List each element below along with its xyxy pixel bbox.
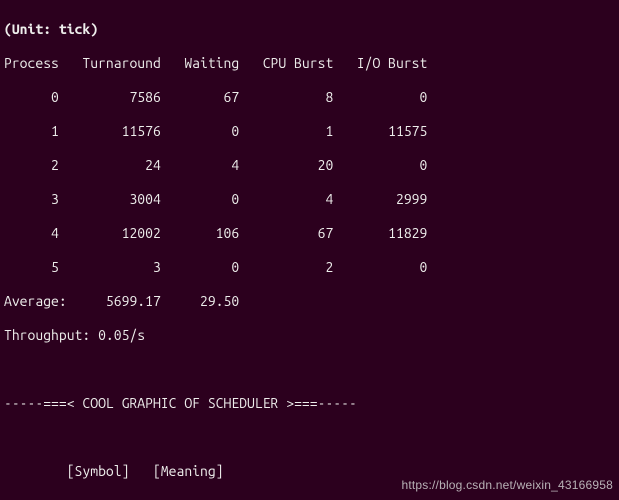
table-row: 2 24 4 20 0 (4, 157, 427, 173)
table-row: 4 12002 106 67 11829 (4, 225, 427, 241)
table-row: 1 11576 0 1 11575 (4, 123, 427, 139)
terminal-output: (Unit: tick) Process Turnaround Waiting … (0, 0, 619, 500)
table-row: 0 7586 67 8 0 (4, 89, 427, 105)
legend-title: [Symbol] [Meaning] (4, 463, 224, 479)
table-row: 3 3004 0 4 2999 (4, 191, 427, 207)
table-header: Process Turnaround Waiting CPU Burst I/O… (4, 55, 427, 71)
average-line: Average: 5699.17 29.50 (4, 293, 239, 309)
throughput-line: Throughput: 0.05/s (4, 327, 145, 343)
watermark-text: https://blog.csdn.net/weixin_43166958 (401, 477, 613, 494)
table-row: 5 3 0 2 0 (4, 259, 427, 275)
unit-line: (Unit: tick) (4, 21, 98, 37)
graphic-header: -----===< COOL GRAPHIC OF SCHEDULER >===… (4, 395, 357, 411)
